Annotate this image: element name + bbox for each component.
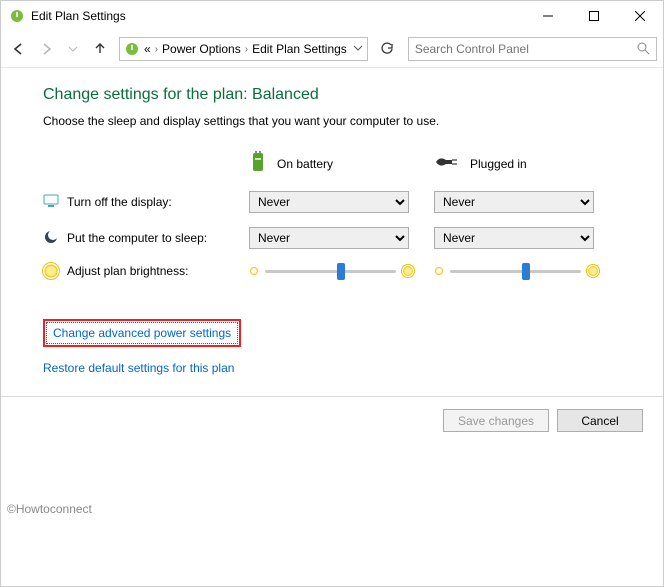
content-area: Change settings for the plan: Balanced C…	[1, 68, 663, 399]
moon-icon	[43, 229, 59, 248]
breadcrumb[interactable]: « › Power Options › Edit Plan Settings	[119, 37, 368, 61]
titlebar: Edit Plan Settings	[1, 1, 663, 31]
up-button[interactable]	[88, 37, 112, 61]
brightness-plugged-slider[interactable]	[434, 265, 599, 277]
window-title: Edit Plan Settings	[31, 9, 525, 23]
power-options-icon	[124, 41, 140, 57]
search-box[interactable]	[408, 37, 657, 61]
links-section: Change advanced power settings Restore d…	[43, 319, 621, 389]
refresh-button[interactable]	[375, 37, 399, 61]
minimize-button[interactable]	[525, 1, 571, 31]
brightness-battery-slider[interactable]	[249, 265, 414, 277]
plug-icon	[434, 154, 460, 173]
power-options-icon	[9, 8, 25, 24]
page-heading: Change settings for the plan: Balanced	[43, 86, 621, 104]
brightness-icon	[43, 263, 59, 279]
save-changes-button[interactable]: Save changes	[443, 409, 549, 432]
brightness-low-icon	[434, 266, 444, 276]
breadcrumb-item-power-options[interactable]: Power Options	[162, 42, 241, 56]
recent-locations-button[interactable]	[61, 37, 85, 61]
change-advanced-power-settings-link[interactable]: Change advanced power settings	[43, 319, 241, 347]
plugged-in-header: Plugged in	[434, 150, 599, 177]
monitor-icon	[43, 193, 59, 212]
navigation-toolbar: « › Power Options › Edit Plan Settings	[1, 31, 663, 67]
close-button[interactable]	[617, 1, 663, 31]
brightness-low-icon	[249, 266, 259, 276]
column-headers: On battery Plugged in	[43, 150, 621, 177]
maximize-button[interactable]	[571, 1, 617, 31]
page-subheading: Choose the sleep and display settings th…	[43, 114, 621, 128]
breadcrumb-dropdown[interactable]	[353, 42, 363, 56]
row-brightness: Adjust plan brightness:	[43, 263, 621, 279]
sleep-plugged-select[interactable]: Never	[434, 227, 594, 249]
breadcrumb-overflow[interactable]: «	[144, 42, 151, 56]
brightness-label: Adjust plan brightness:	[67, 264, 188, 278]
restore-default-settings-link[interactable]: Restore default settings for this plan	[43, 361, 234, 375]
brightness-high-icon	[402, 265, 414, 277]
sleep-label: Put the computer to sleep:	[67, 231, 207, 245]
row-turn-off-display: Turn off the display: Never Never	[43, 191, 621, 213]
plugged-in-label: Plugged in	[470, 157, 527, 171]
turn-off-display-label: Turn off the display:	[67, 195, 172, 209]
search-input[interactable]	[415, 42, 632, 56]
watermark: ©Howtoconnect	[7, 502, 92, 516]
turn-off-display-plugged-select[interactable]: Never	[434, 191, 594, 213]
chevron-right-icon: ›	[155, 44, 158, 55]
row-sleep: Put the computer to sleep: Never Never	[43, 227, 621, 249]
footer-bar: Save changes Cancel	[1, 396, 663, 444]
sleep-battery-select[interactable]: Never	[249, 227, 409, 249]
battery-icon	[249, 150, 267, 177]
brightness-high-icon	[587, 265, 599, 277]
search-icon	[636, 41, 650, 58]
back-button[interactable]	[7, 37, 31, 61]
on-battery-label: On battery	[277, 157, 333, 171]
breadcrumb-item-edit-plan[interactable]: Edit Plan Settings	[252, 42, 347, 56]
forward-button[interactable]	[34, 37, 58, 61]
turn-off-display-battery-select[interactable]: Never	[249, 191, 409, 213]
cancel-button[interactable]: Cancel	[557, 409, 643, 432]
on-battery-header: On battery	[249, 150, 414, 177]
chevron-right-icon: ›	[245, 44, 248, 55]
